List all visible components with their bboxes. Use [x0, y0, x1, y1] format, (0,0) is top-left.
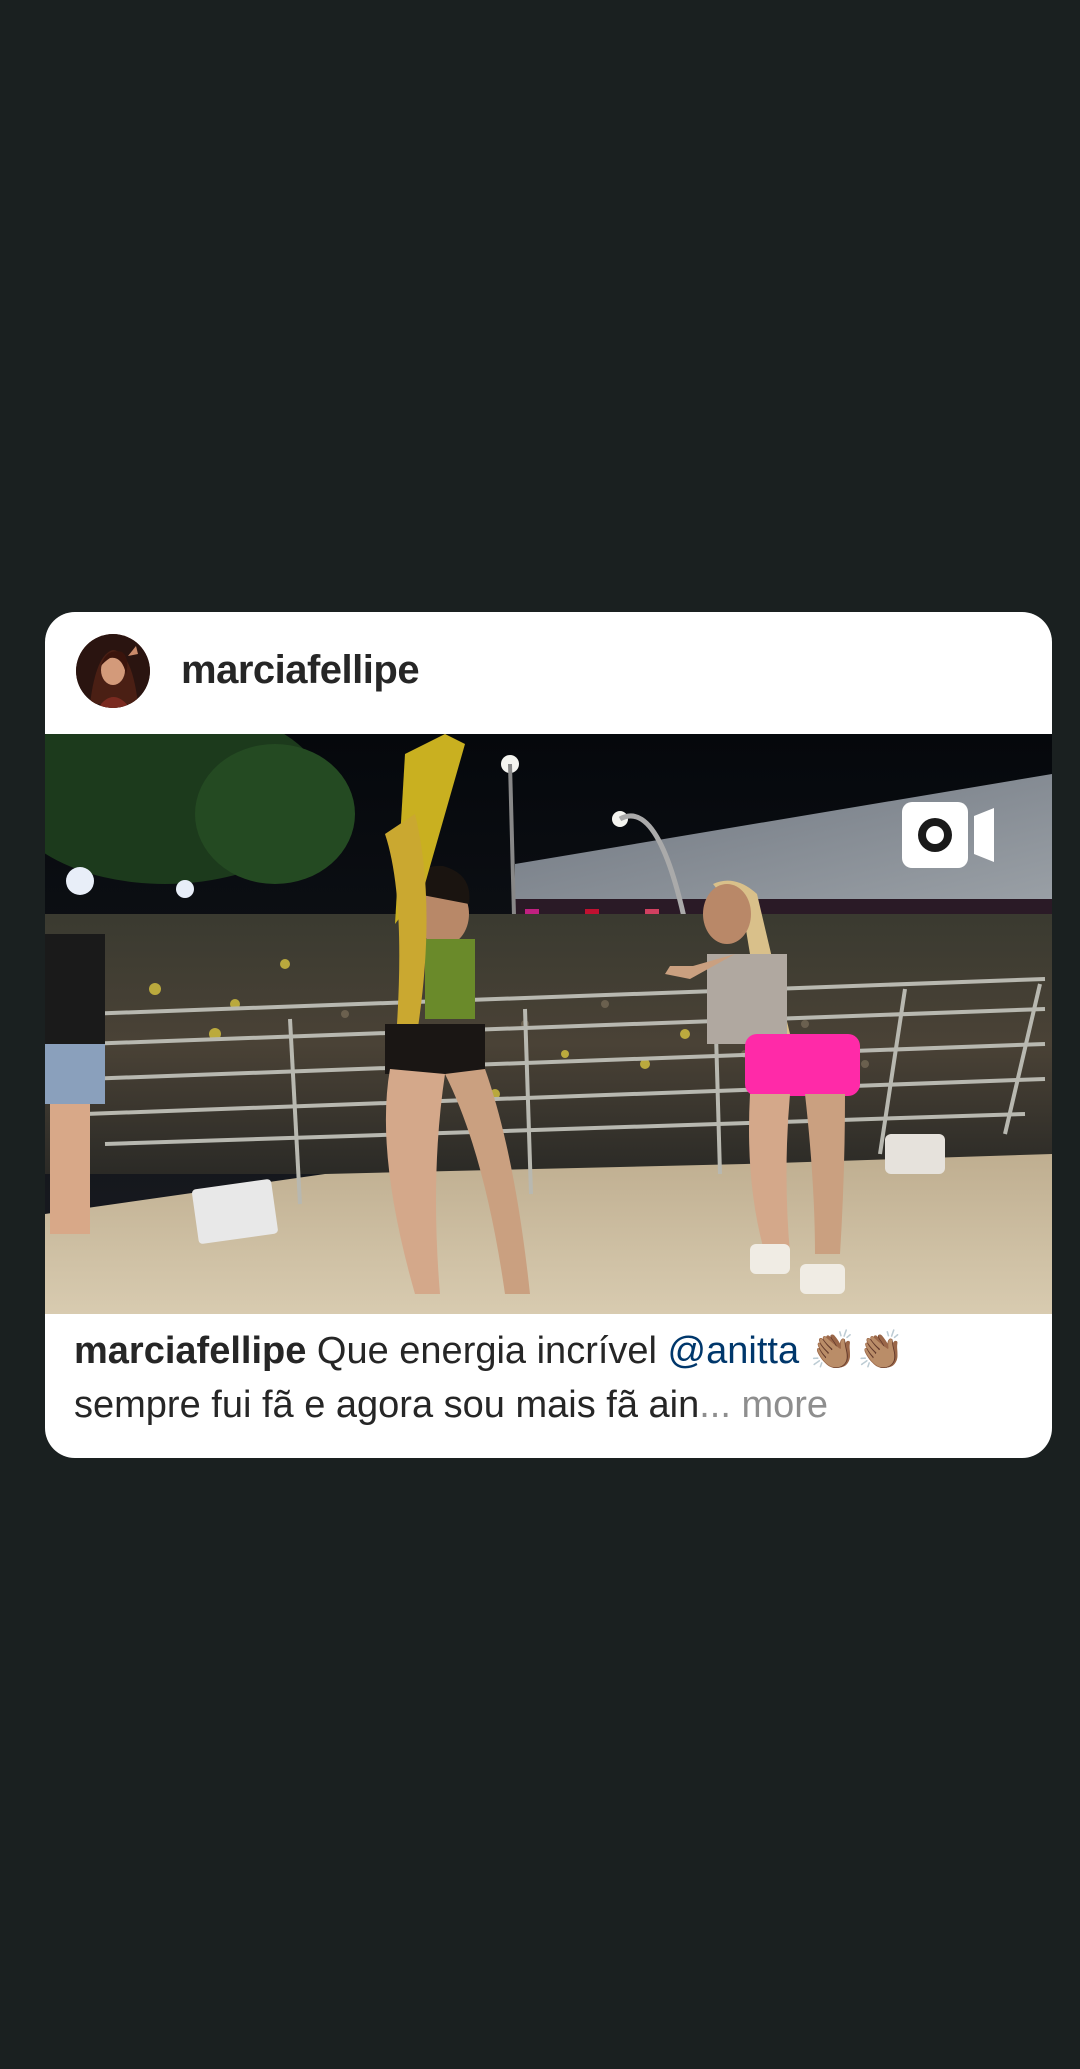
igtv-icon — [902, 802, 994, 868]
caption-text: Que energia incrível — [316, 1330, 657, 1372]
caption-username[interactable]: marciafellipe — [74, 1330, 306, 1372]
post-media[interactable] — [45, 734, 1052, 1314]
post-card[interactable]: marciafellipe marciafellipe Que energia … — [45, 612, 1052, 1458]
clap-emoji: 👏🏽👏🏽 — [809, 1330, 905, 1372]
caption-ellipsis: ... — [699, 1384, 731, 1426]
more-link[interactable]: more — [741, 1384, 828, 1426]
avatar[interactable] — [76, 634, 150, 708]
post-header: marciafellipe — [45, 612, 1052, 734]
post-caption: marciafellipe Que energia incrível @anit… — [74, 1324, 1024, 1432]
caption-mention[interactable]: @anitta — [668, 1330, 800, 1372]
post-username[interactable]: marciafellipe — [181, 648, 420, 693]
video-thumbnail — [45, 734, 1052, 1314]
caption-text-line2: sempre fui fã e agora sou mais fã ain — [74, 1384, 700, 1426]
